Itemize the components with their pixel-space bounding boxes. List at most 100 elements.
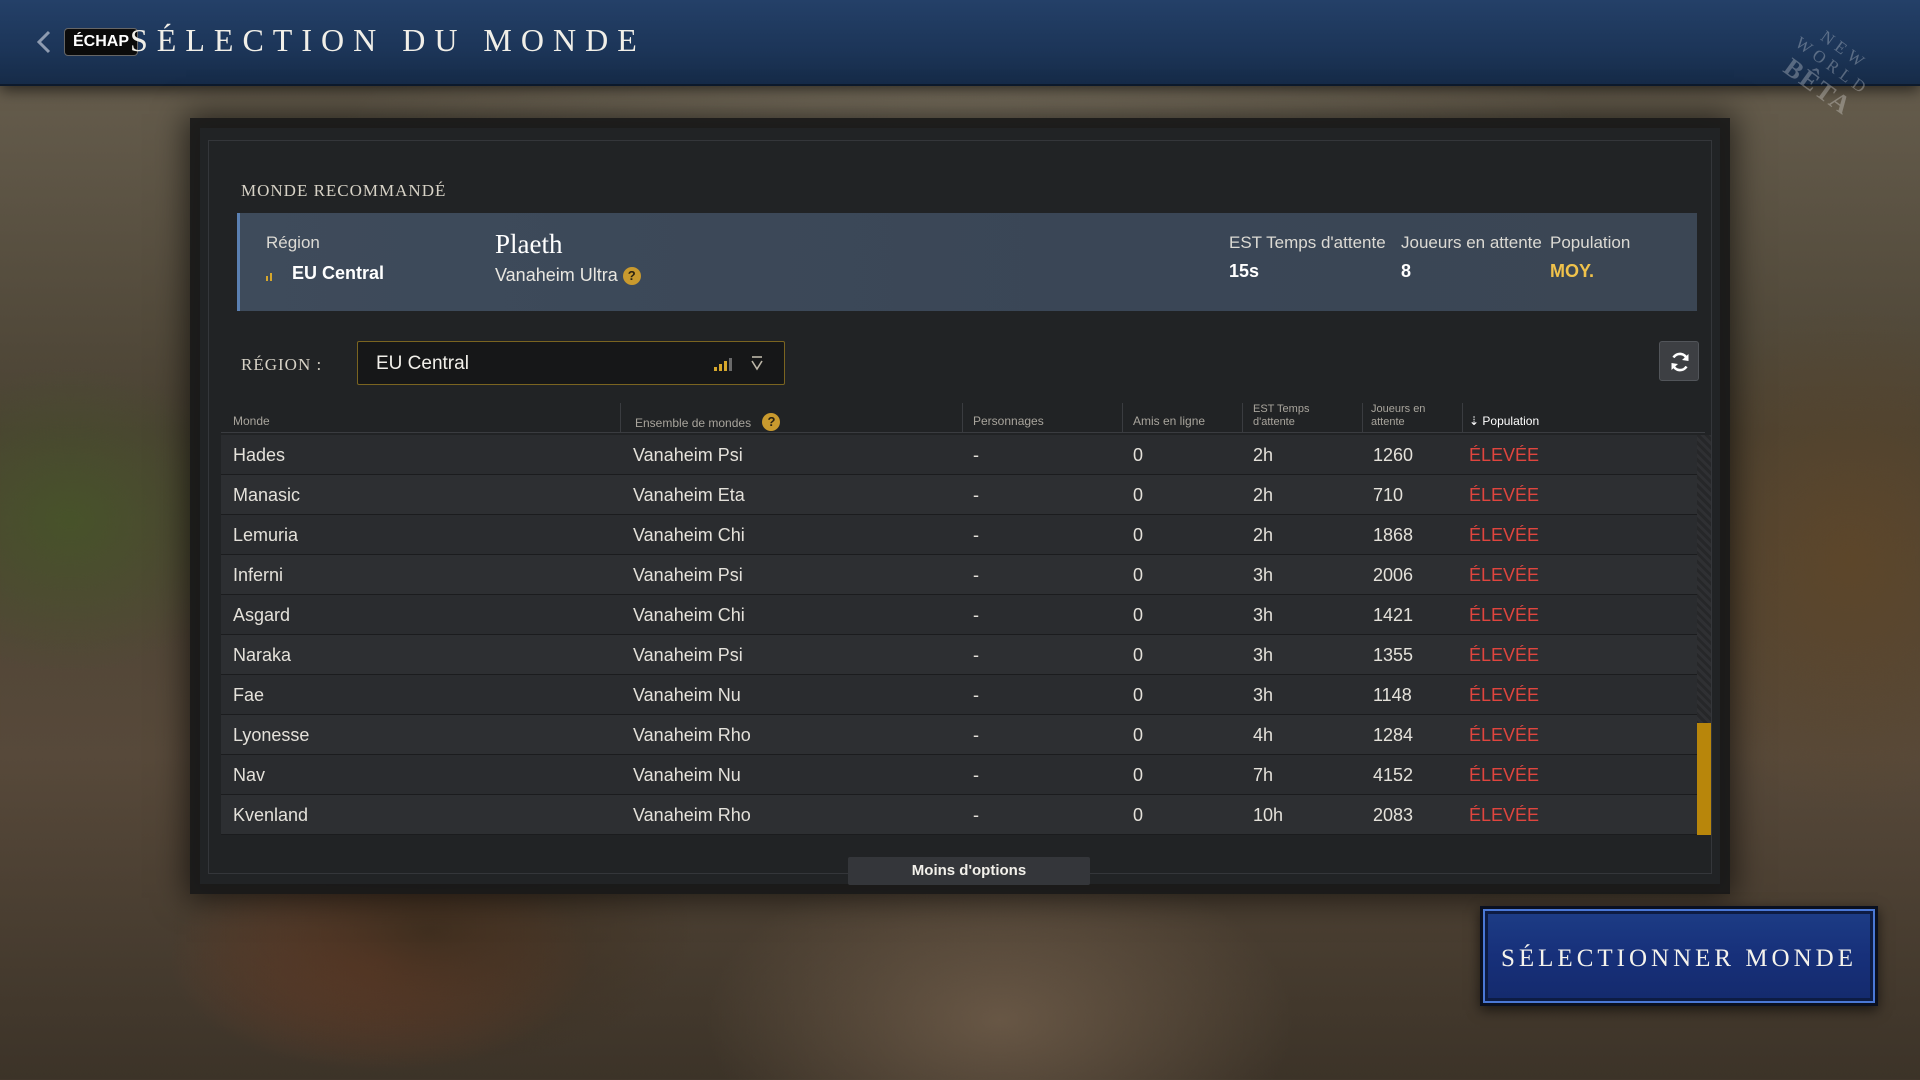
refresh-icon — [1671, 352, 1689, 372]
world-set-cell: Vanaheim Psi — [633, 565, 743, 585]
rec-queue-label: Joueurs en attente — [1401, 233, 1542, 252]
wait-cell: 2h — [1253, 525, 1274, 545]
wait-cell: 3h — [1253, 685, 1274, 705]
refresh-button[interactable] — [1659, 341, 1699, 381]
wait-cell: 3h — [1253, 605, 1274, 625]
queue-cell: 2006 — [1373, 565, 1414, 585]
characters-cell: - — [973, 565, 979, 585]
top-bar: ÉCHAP SÉLECTION DU MONDE NEW WORLD BÊTA — [0, 0, 1920, 121]
table-row[interactable]: Lemuria Vanaheim Chi - 0 2h 1868 ÉLEVÉE — [221, 515, 1705, 555]
rec-population-value: MOY. — [1550, 261, 1595, 281]
signal-icon — [714, 358, 732, 371]
population-cell: ÉLEVÉE — [1469, 645, 1540, 665]
scrollbar-thumb[interactable] — [1697, 723, 1711, 835]
wait-cell: 3h — [1253, 565, 1274, 585]
table-row[interactable]: Kvenland Vanaheim Rho - 0 10h 2083 ÉLEVÉ… — [221, 795, 1705, 835]
rec-region-label: Région — [266, 233, 320, 252]
col-world-set[interactable]: Ensemble de mondes ? — [621, 403, 963, 433]
world-name-cell: Inferni — [233, 565, 284, 585]
queue-cell: 1421 — [1373, 605, 1414, 625]
col-queue-label-2: attente — [1371, 416, 1405, 428]
world-name-cell: Kvenland — [233, 805, 309, 825]
queue-cell: 1284 — [1373, 725, 1414, 745]
friends-cell: 0 — [1133, 485, 1144, 505]
panel-frame: MONDE RECOMMANDÉ Région EU Central Plaet… — [208, 140, 1712, 885]
col-characters[interactable]: Personnages — [963, 403, 1123, 433]
select-world-label: SÉLECTIONNER MONDE — [1500, 945, 1857, 972]
world-table-body: Hades Vanaheim Psi - 0 2h 1260 ÉLEVÉE Ma… — [221, 435, 1705, 835]
table-row[interactable]: Hades Vanaheim Psi - 0 2h 1260 ÉLEVÉE — [221, 435, 1705, 475]
wait-cell: 4h — [1253, 725, 1274, 745]
col-queue-label-1: Joueurs en — [1371, 403, 1426, 415]
world-set-cell: Vanaheim Rho — [633, 805, 751, 825]
friends-cell: 0 — [1133, 565, 1144, 585]
characters-cell: - — [973, 725, 979, 745]
col-friends-label: Amis en ligne — [1133, 414, 1206, 428]
col-queue[interactable]: Joueurs en attente — [1363, 403, 1463, 433]
rec-world-set-label: Vanaheim Ultra — [495, 265, 618, 285]
table-row[interactable]: Fae Vanaheim Nu - 0 3h 1148 ÉLEVÉE — [221, 675, 1705, 715]
col-wait-time[interactable]: EST Temps d'attente — [1243, 403, 1363, 433]
help-icon[interactable]: ? — [762, 413, 781, 431]
table-row[interactable]: Naraka Vanaheim Psi - 0 3h 1355 ÉLEVÉE — [221, 635, 1705, 675]
col-world[interactable]: Monde — [221, 403, 621, 433]
help-icon[interactable]: ? — [622, 267, 641, 285]
region-select-value: EU Central — [376, 353, 469, 374]
world-set-cell: Vanaheim Rho — [633, 725, 751, 745]
queue-cell: 1868 — [1373, 525, 1414, 545]
new-world-beta-logo: NEW WORLD BÊTA — [1738, 0, 1920, 160]
escape-key-hint[interactable]: ÉCHAP — [64, 28, 139, 56]
region-select[interactable]: EU Central — [357, 341, 785, 385]
chevron-down-icon — [751, 356, 763, 371]
col-wait-label-1: EST Temps — [1253, 403, 1310, 415]
world-name-cell: Lemuria — [233, 525, 299, 545]
population-cell: ÉLEVÉE — [1469, 725, 1540, 745]
region-filter-label: RÉGION : — [241, 355, 323, 374]
friends-cell: 0 — [1133, 805, 1144, 825]
table-row[interactable]: Inferni Vanaheim Psi - 0 3h 2006 ÉLEVÉE — [221, 555, 1705, 595]
rec-wait-label: EST Temps d'attente — [1229, 233, 1386, 252]
world-set-cell: Vanaheim Chi — [633, 605, 745, 625]
characters-cell: - — [973, 445, 979, 465]
population-cell: ÉLEVÉE — [1469, 765, 1540, 785]
rec-queue-value: 8 — [1401, 261, 1412, 281]
wait-cell: 7h — [1253, 765, 1274, 785]
world-set-cell: Vanaheim Eta — [633, 485, 745, 505]
world-name-cell: Lyonesse — [233, 725, 310, 745]
wait-cell: 2h — [1253, 485, 1274, 505]
population-cell: ÉLEVÉE — [1469, 685, 1540, 705]
table-row[interactable]: Lyonesse Vanaheim Rho - 0 4h 1284 ÉLEVÉE — [221, 715, 1705, 755]
queue-cell: 2083 — [1373, 805, 1414, 825]
col-friends[interactable]: Amis en ligne — [1123, 403, 1243, 433]
less-options-button[interactable]: Moins d'options — [848, 857, 1090, 885]
queue-cell: 1148 — [1373, 685, 1412, 705]
world-name-cell: Fae — [233, 685, 265, 705]
sort-icon: ⇣ — [1469, 414, 1480, 428]
world-set-cell: Vanaheim Psi — [633, 645, 743, 665]
world-set-cell: Vanaheim Psi — [633, 445, 743, 465]
chevron-left-icon[interactable] — [36, 30, 52, 54]
population-cell: ÉLEVÉE — [1469, 605, 1540, 625]
friends-cell: 0 — [1133, 605, 1144, 625]
world-name-cell: Hades — [233, 445, 286, 465]
select-world-button[interactable]: SÉLECTIONNER MONDE — [1480, 906, 1878, 1006]
queue-cell: 1355 — [1373, 645, 1414, 665]
rec-world-set: Vanaheim Ultra ? — [495, 265, 641, 286]
characters-cell: - — [973, 645, 979, 665]
friends-cell: 0 — [1133, 725, 1144, 745]
col-world-set-label: Ensemble de mondes — [635, 416, 752, 430]
table-row[interactable]: Nav Vanaheim Nu - 0 7h 4152 ÉLEVÉE — [221, 755, 1705, 795]
recommended-world-card[interactable]: Région EU Central Plaeth Vanaheim Ultra … — [237, 213, 1697, 311]
friends-cell: 0 — [1133, 525, 1144, 545]
world-selection-panel: MONDE RECOMMANDÉ Région EU Central Plaet… — [200, 128, 1720, 885]
characters-cell: - — [973, 485, 979, 505]
table-row[interactable]: Manasic Vanaheim Eta - 0 2h 710 ÉLEVÉE — [221, 475, 1705, 515]
friends-cell: 0 — [1133, 765, 1144, 785]
characters-cell: - — [973, 805, 979, 825]
world-name-cell: Manasic — [233, 485, 301, 505]
table-row[interactable]: Asgard Vanaheim Chi - 0 3h 1421 ÉLEVÉE — [221, 595, 1705, 635]
col-population[interactable]: ⇣ Population — [1463, 403, 1587, 433]
col-population-label: Population — [1482, 414, 1540, 428]
world-set-cell: Vanaheim Nu — [633, 685, 741, 705]
col-characters-label: Personnages — [973, 414, 1044, 428]
